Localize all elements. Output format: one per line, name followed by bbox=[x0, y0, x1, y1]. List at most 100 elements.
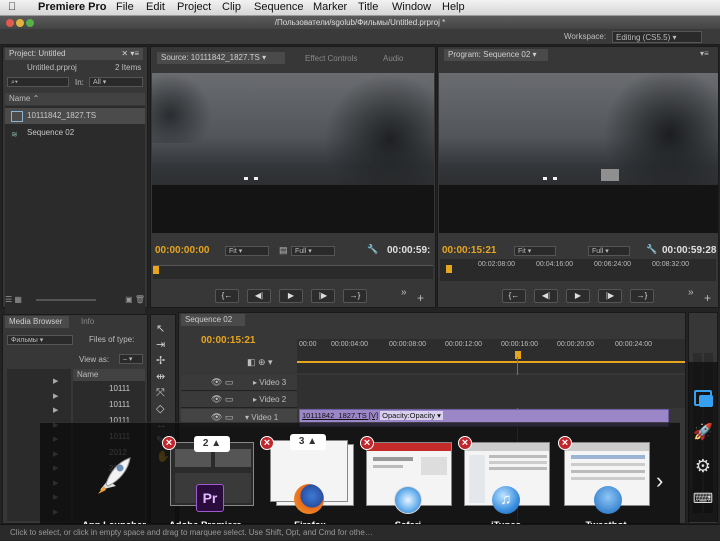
razor-tool-icon[interactable]: ◇ bbox=[156, 401, 170, 417]
tab-audio[interactable]: Audio bbox=[383, 54, 403, 63]
wrench-icon[interactable]: 🔧 bbox=[367, 244, 378, 255]
track-header-video-2[interactable]: 👁 ▭ ▸ Video 2 bbox=[181, 392, 297, 408]
zoom-slider[interactable] bbox=[36, 298, 97, 301]
play-button[interactable]: ▶ bbox=[279, 289, 303, 303]
close-app-button[interactable]: × bbox=[360, 436, 374, 450]
source-full-select[interactable]: Full ▾ bbox=[291, 246, 335, 256]
playhead-marker[interactable] bbox=[446, 265, 452, 273]
tab-info[interactable]: Info bbox=[81, 317, 94, 326]
track-header-video-3[interactable]: 👁 ▭ ▸ Video 3 bbox=[181, 375, 297, 391]
program-timecode[interactable]: 00:00:15:21 bbox=[442, 245, 496, 256]
list-item[interactable]: 10111842_1827.TS bbox=[5, 108, 145, 124]
project-search-input[interactable]: ⌕▾ bbox=[7, 77, 69, 87]
eye-icon[interactable]: 👁 ▭ bbox=[211, 377, 233, 388]
workspace-select[interactable]: Editing (CS5.5) ▾ bbox=[612, 31, 702, 43]
list-view-icon[interactable]: ☰ bbox=[5, 295, 12, 304]
more-icon[interactable]: » bbox=[688, 287, 694, 298]
chevron-right-icon[interactable]: › bbox=[656, 468, 663, 494]
program-full-select[interactable]: Full ▾ bbox=[588, 246, 630, 256]
playhead-marker[interactable] bbox=[515, 351, 521, 359]
view-as-select[interactable]: ‒ ▾ bbox=[119, 354, 143, 364]
track-select-tool-icon[interactable]: ⇥ bbox=[156, 337, 170, 353]
menu-app[interactable]: Premiere Pro bbox=[38, 1, 106, 13]
film-icon[interactable]: ▤ bbox=[279, 245, 288, 256]
go-to-out-button[interactable]: →} bbox=[630, 289, 654, 303]
tab-effect-controls[interactable]: Effect Controls bbox=[305, 54, 357, 63]
safari-icon[interactable] bbox=[394, 486, 422, 514]
close-app-button[interactable]: × bbox=[162, 436, 176, 450]
mark-in-button[interactable]: {← bbox=[502, 289, 526, 303]
program-timeline-ruler[interactable]: 00:02:08:00 00:04:16:00 00:06:24:00 00:0… bbox=[440, 259, 716, 281]
keyboard-icon[interactable]: ⌨ bbox=[692, 490, 714, 512]
menu-project[interactable]: Project bbox=[177, 1, 211, 13]
media-name-header[interactable]: Name bbox=[73, 369, 145, 381]
selection-tool-icon[interactable]: ↖ bbox=[156, 321, 170, 337]
menu-title[interactable]: Title bbox=[358, 1, 378, 13]
snap-icon[interactable]: ◧ ⊕ ▾ bbox=[247, 357, 273, 368]
tweetbot-icon[interactable] bbox=[594, 486, 622, 514]
add-button-icon[interactable]: + bbox=[417, 291, 424, 305]
timeline-timecode[interactable]: 00:00:15:21 bbox=[201, 335, 255, 346]
wrench-icon[interactable]: 🔧 bbox=[646, 244, 657, 255]
premiere-icon[interactable]: Pr bbox=[196, 484, 224, 512]
itunes-icon[interactable]: ♫ bbox=[492, 486, 520, 514]
ruler-label: 00:02:08:00 bbox=[478, 261, 515, 268]
clip-effect[interactable]: Opacity:Opacity ▾ bbox=[380, 411, 443, 420]
menu-sequence[interactable]: Sequence bbox=[254, 1, 304, 13]
step-back-button[interactable]: ◀| bbox=[247, 289, 271, 303]
in-select[interactable]: All ▾ bbox=[89, 77, 143, 87]
tab-sequence[interactable]: Sequence 02 bbox=[181, 314, 245, 326]
play-button[interactable]: ▶ bbox=[566, 289, 590, 303]
source-fit-select[interactable]: Fit ▾ bbox=[225, 246, 269, 256]
menu-marker[interactable]: Marker bbox=[313, 1, 347, 13]
rocket-icon[interactable] bbox=[86, 450, 138, 502]
gear-icon[interactable]: ⚙ bbox=[692, 456, 714, 478]
add-button-icon[interactable]: + bbox=[704, 291, 711, 305]
tab-media-browser[interactable]: Media Browser bbox=[5, 316, 69, 328]
new-item-icon[interactable]: ▣ 🗑 bbox=[125, 295, 145, 304]
list-item[interactable]: 10111 bbox=[73, 397, 145, 413]
work-area-bar[interactable] bbox=[297, 361, 685, 363]
project-name-header[interactable]: Name ⌃ bbox=[5, 93, 145, 105]
mark-out-button[interactable]: →} bbox=[343, 289, 367, 303]
menu-clip[interactable]: Clip bbox=[222, 1, 241, 13]
icon-view-icon[interactable]: ▦ bbox=[14, 295, 22, 304]
close-app-button[interactable]: × bbox=[558, 436, 572, 450]
close-app-button[interactable]: × bbox=[260, 436, 274, 450]
more-icon[interactable]: » bbox=[401, 287, 407, 298]
list-item[interactable]: 10111 bbox=[73, 381, 145, 397]
ruler-label: 00:04:16:00 bbox=[536, 261, 573, 268]
timeline-ruler[interactable]: 00:00 00:00:04:00 00:00:08:00 00:00:12:0… bbox=[297, 339, 685, 373]
source-timecode[interactable]: 00:00:00:00 bbox=[155, 245, 209, 256]
program-fit-select[interactable]: Fit ▾ bbox=[514, 246, 556, 256]
program-duration: 00:00:59:28 bbox=[662, 245, 717, 256]
rate-stretch-tool-icon[interactable]: ⤧ bbox=[156, 385, 170, 401]
tab-source[interactable]: Source: 10111842_1827.TS ▾ bbox=[157, 52, 285, 64]
step-back-button[interactable]: ◀| bbox=[534, 289, 558, 303]
source-timeline-ruler[interactable] bbox=[153, 265, 433, 279]
rocket-icon[interactable]: 🚀 bbox=[692, 422, 714, 444]
mark-in-button[interactable]: {← bbox=[215, 289, 239, 303]
eye-icon[interactable]: 👁 ▭ bbox=[211, 394, 233, 405]
playhead-marker[interactable] bbox=[153, 266, 159, 274]
menu-edit[interactable]: Edit bbox=[146, 1, 165, 13]
panel-menu-icon[interactable]: ✕ ▾≡ bbox=[121, 48, 139, 60]
list-item[interactable]: ≋ Sequence 02 bbox=[5, 125, 145, 141]
step-forward-button[interactable]: |▶ bbox=[598, 289, 622, 303]
location-select[interactable]: Фильмы ▾ bbox=[7, 335, 73, 345]
firefox-icon[interactable] bbox=[294, 484, 324, 514]
ripple-edit-tool-icon[interactable]: ✢ bbox=[156, 353, 170, 369]
close-app-button[interactable]: × bbox=[458, 436, 472, 450]
windows-icon[interactable] bbox=[692, 388, 714, 410]
panel-menu-icon[interactable]: ▾≡ bbox=[700, 49, 709, 58]
source-duration: 00:00:59: bbox=[387, 245, 431, 256]
menu-help[interactable]: Help bbox=[442, 1, 465, 13]
menu-file[interactable]: File bbox=[116, 1, 134, 13]
video-track-area[interactable] bbox=[297, 375, 685, 408]
rolling-edit-tool-icon[interactable]: ⇹ bbox=[156, 369, 170, 385]
step-forward-button[interactable]: |▶ bbox=[311, 289, 335, 303]
menu-window[interactable]: Window bbox=[392, 1, 431, 13]
tab-project[interactable]: Project: Untitled ✕ ▾≡ bbox=[5, 48, 143, 60]
apple-menu-icon[interactable]:  bbox=[8, 1, 16, 13]
tab-program[interactable]: Program: Sequence 02 ▾ bbox=[444, 49, 548, 61]
